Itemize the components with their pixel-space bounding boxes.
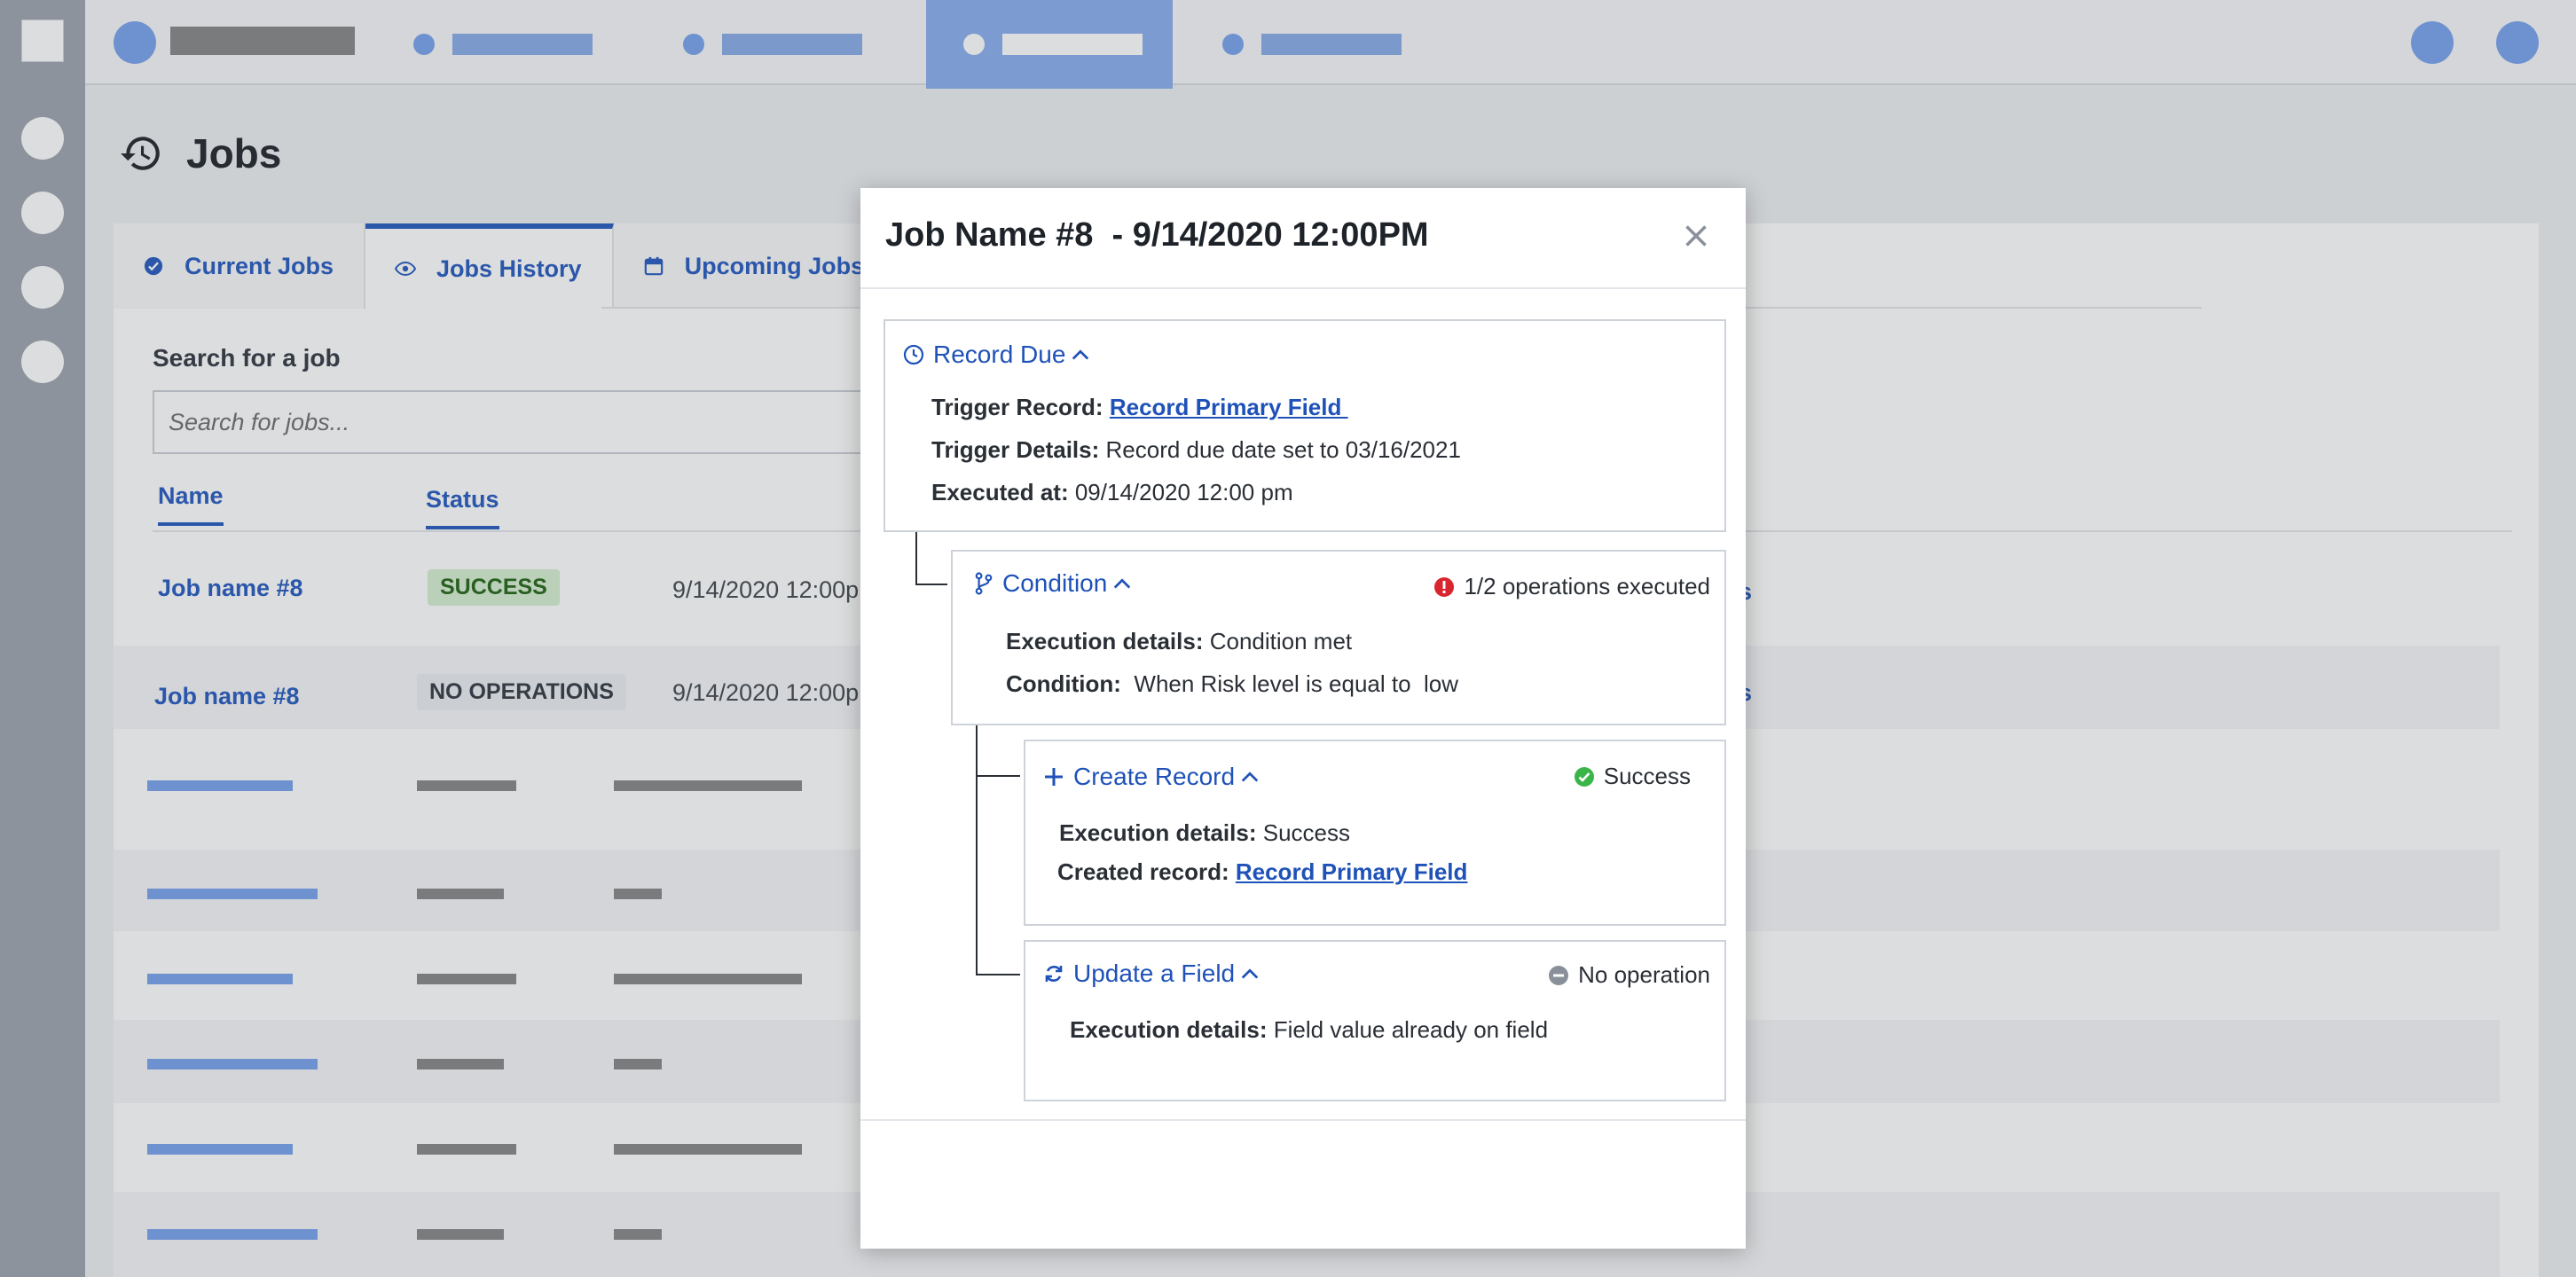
executed-at-label: Executed at:	[931, 479, 1069, 505]
tree-connector	[915, 532, 917, 585]
create-record-status: Success	[1574, 763, 1691, 790]
modal-header-divider	[860, 287, 1746, 289]
execution-details-value: Condition met	[1209, 628, 1353, 654]
execution-details-row: Execution details: Field value already o…	[1070, 1016, 1548, 1044]
trigger-details-row: Trigger Details: Record due date set to …	[931, 436, 1461, 464]
create-record-toggle[interactable]: Create Record	[1043, 763, 1268, 791]
condition-row: Condition: When Risk level is equal to l…	[1006, 670, 1458, 698]
execution-details-label: Execution details:	[1059, 819, 1257, 846]
execution-details-value: Field value already on field	[1273, 1016, 1549, 1043]
record-due-card: Record Due Trigger Record: Record Primar…	[884, 319, 1726, 532]
created-record-row: Created record: Record Primary Field	[1057, 858, 1467, 886]
trigger-record-row: Trigger Record: Record Primary Field	[931, 394, 1348, 421]
created-record-label: Created record:	[1057, 858, 1229, 885]
execution-details-row: Execution details: Success	[1059, 819, 1350, 847]
record-due-heading: Record Due	[933, 341, 1066, 368]
update-field-card: Update a Field No operation Execution de…	[1024, 940, 1726, 1101]
condition-value: When Risk level is equal to low	[1127, 670, 1459, 697]
success-icon	[1574, 766, 1595, 787]
trigger-record-label: Trigger Record:	[931, 394, 1103, 420]
execution-details-value: Success	[1262, 819, 1350, 846]
minus-circle-icon	[1548, 965, 1569, 986]
create-record-status-text: Success	[1603, 763, 1691, 789]
branch-icon	[975, 572, 993, 595]
close-button[interactable]	[1678, 218, 1714, 254]
create-record-heading: Create Record	[1073, 763, 1236, 790]
close-icon	[1685, 225, 1707, 247]
chevron-up-icon	[1241, 968, 1259, 979]
trigger-record-link[interactable]: Record Primary Field	[1110, 394, 1348, 420]
tree-connector	[976, 974, 1020, 975]
refresh-icon	[1045, 966, 1063, 982]
execution-details-label: Execution details:	[1006, 628, 1204, 654]
condition-status: 1/2 operations executed	[1433, 573, 1710, 600]
created-record-link[interactable]: Record Primary Field	[1236, 858, 1468, 885]
chevron-up-icon	[1114, 578, 1131, 589]
executed-at-row: Executed at: 09/14/2020 12:00 pm	[931, 479, 1293, 506]
condition-label: Condition:	[1006, 670, 1121, 697]
execution-details-label: Execution details:	[1070, 1016, 1268, 1043]
tree-connector	[976, 775, 1020, 777]
modal-title: Job Name #8 - 9/14/2020 12:00PM	[885, 216, 1429, 254]
error-icon	[1433, 576, 1455, 598]
condition-card: Condition 1/2 operations executed Execut…	[951, 550, 1726, 725]
trigger-details-label: Trigger Details:	[931, 436, 1100, 463]
chevron-up-icon	[1241, 772, 1259, 782]
clock-icon	[903, 344, 924, 365]
plus-icon	[1045, 768, 1063, 786]
update-field-status-text: No operation	[1578, 961, 1710, 988]
tree-connector-mask	[974, 975, 979, 1171]
condition-heading: Condition	[1002, 569, 1108, 597]
condition-status-text: 1/2 operations executed	[1464, 573, 1710, 599]
job-details-modal: Job Name #8 - 9/14/2020 12:00PM Record D…	[860, 188, 1746, 1249]
executed-at-value: 09/14/2020 12:00 pm	[1074, 479, 1293, 505]
modal-footer-divider	[860, 1119, 1746, 1121]
update-field-toggle[interactable]: Update a Field	[1043, 960, 1268, 988]
update-field-heading: Update a Field	[1073, 960, 1236, 987]
update-field-status: No operation	[1548, 961, 1710, 989]
create-record-card: Create Record Success Execution details:…	[1024, 740, 1726, 926]
tree-connector	[915, 584, 947, 585]
chevron-up-icon	[1072, 349, 1089, 360]
trigger-details-value: Record due date set to 03/16/2021	[1105, 436, 1461, 463]
execution-details-row: Execution details: Condition met	[1006, 628, 1352, 655]
record-due-toggle[interactable]: Record Due	[903, 341, 1099, 369]
condition-toggle[interactable]: Condition	[974, 569, 1141, 598]
